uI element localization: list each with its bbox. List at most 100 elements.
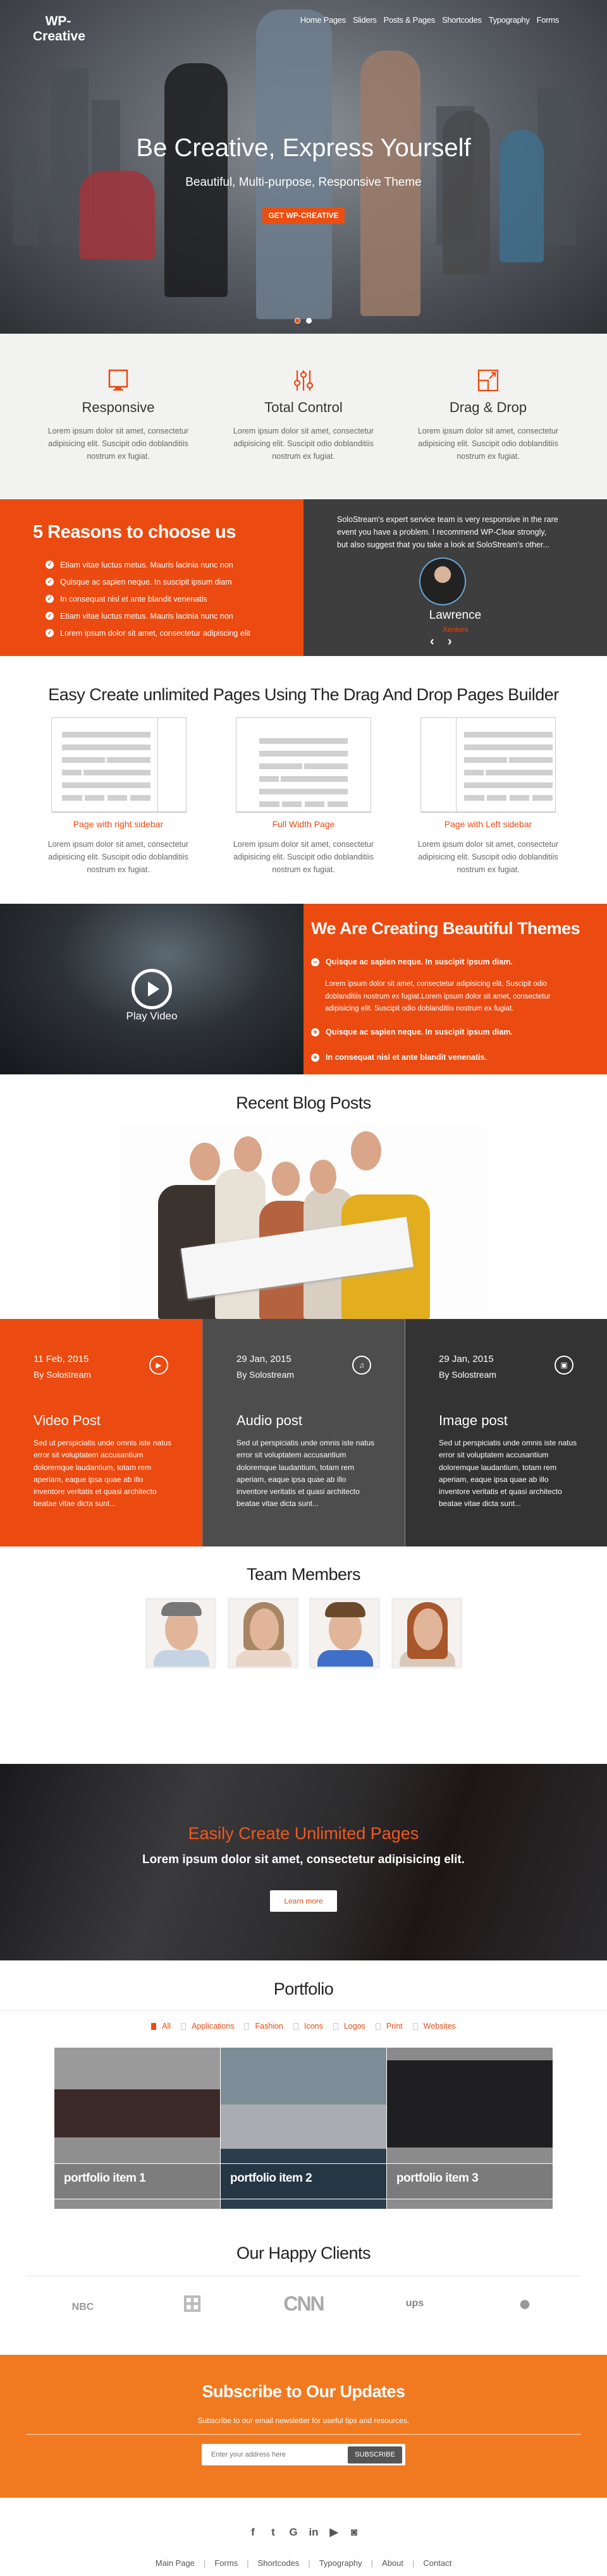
- hero-person: [256, 9, 332, 319]
- list-item: ✓ Etiam vitae luctus metus. Mauris lacini…: [46, 556, 250, 573]
- chevron-left-icon[interactable]: ‹: [430, 635, 434, 649]
- footer-link-shortcodes[interactable]: Shortcodes: [258, 2558, 300, 2568]
- cta-title: Easily Create Unlimited Pages: [188, 1824, 419, 1843]
- blog-post-card[interactable]: 11 Feb, 2015 By Solostream ▶ Video Post …: [0, 1319, 202, 1546]
- minus-circle-icon: −: [311, 957, 319, 966]
- filter-icons[interactable]: Icons: [293, 2022, 323, 2031]
- feature-title: Total Control: [264, 399, 343, 415]
- portfolio-item[interactable]: portfolio item 3: [387, 2048, 553, 2209]
- right-sidebar-page-mock: [51, 717, 187, 813]
- windows-logo: ⊞: [182, 2290, 202, 2317]
- cta-banner: Easily Create Unlimited Pages Lorem ipsu…: [0, 1764, 607, 1960]
- checkbox-icon: [375, 2022, 381, 2030]
- plus-circle-icon: +: [311, 1028, 319, 1036]
- portfolio-filters: All Applications Fashion Icons Logos Pri…: [0, 2022, 607, 2031]
- footer-link-main-page[interactable]: Main Page: [156, 2558, 195, 2568]
- nav-home-pages[interactable]: Home Pages: [300, 15, 346, 25]
- accordion-title: Quisque ac sapien neque. In suscipit ips…: [326, 957, 513, 966]
- footer-links: Main Page | Forms | Shortcodes | Typography…: [155, 2558, 452, 2568]
- divider: [25, 2275, 582, 2276]
- footer-link-typography[interactable]: Typography: [319, 2558, 362, 2568]
- nav-typography[interactable]: Typography: [489, 15, 530, 25]
- facebook-icon[interactable]: f: [247, 2526, 259, 2539]
- filter-fashion[interactable]: Fashion: [244, 2022, 283, 2031]
- features-section: Responsive Lorem ipsum dolor sit amet, c…: [0, 334, 607, 499]
- check-circle-icon: ✓: [46, 612, 54, 620]
- team-member-photo[interactable]: [391, 1598, 462, 1668]
- resize-icon: [477, 369, 499, 392]
- filter-print[interactable]: Print: [375, 2022, 403, 2031]
- footer-link-forms[interactable]: Forms: [214, 2558, 238, 2568]
- section-title: Easy Create unlimited Pages Using The Dr…: [48, 685, 559, 704]
- nav-posts-pages[interactable]: Posts & Pages: [384, 15, 436, 25]
- post-title[interactable]: Image post: [439, 1413, 508, 1429]
- blog-section: Recent Blog Posts 11 Feb, 2015 By Solost…: [0, 1074, 607, 1547]
- slider-dot-active[interactable]: [295, 318, 300, 324]
- video-thumbnail[interactable]: Play Video: [0, 904, 304, 1074]
- feature-title: Responsive: [82, 399, 155, 415]
- blog-post-card[interactable]: 29 Jan, 2015 By Solostream ♫ Audio post …: [202, 1319, 405, 1546]
- page-type-link[interactable]: Full Width Page: [209, 819, 398, 829]
- reasons-list: ✓ Etiam vitae luctus metus. Mauris lacini…: [46, 556, 250, 641]
- check-circle-icon: ✓: [46, 595, 54, 603]
- nav-shortcodes[interactable]: Shortcodes: [442, 15, 482, 25]
- youtube-icon[interactable]: ▶: [328, 2526, 340, 2539]
- post-title[interactable]: Audio post: [236, 1413, 302, 1429]
- main-nav: Home Pages Sliders Posts & Pages Shortco…: [300, 15, 560, 25]
- twitter-icon[interactable]: t: [267, 2526, 279, 2539]
- cta-subtitle: Lorem ipsum dolor sit amet, consectetur …: [142, 1853, 465, 1866]
- footer-link-about[interactable]: About: [382, 2558, 403, 2568]
- hero-slider: WP-Creative Home Pages Sliders Posts & P…: [0, 0, 607, 334]
- list-item-text: Lorem ipsum dolor sit amet, consectetur …: [60, 628, 250, 638]
- filter-websites[interactable]: Websites: [412, 2022, 456, 2031]
- testimonial-avatar: [419, 557, 466, 605]
- play-icon[interactable]: [132, 969, 172, 1009]
- post-title[interactable]: Video Post: [34, 1413, 101, 1429]
- testimonial-name: Lawrence: [429, 609, 482, 622]
- team-member-photo[interactable]: [309, 1598, 380, 1668]
- footer-link-contact[interactable]: Contact: [423, 2558, 451, 2568]
- play-video-label[interactable]: Play Video: [0, 1010, 304, 1023]
- section-title: Recent Blog Posts: [236, 1093, 371, 1112]
- post-author[interactable]: By Solostream: [439, 1370, 496, 1380]
- subscribe-button[interactable]: SUBSCRIBE: [348, 2446, 402, 2464]
- post-author[interactable]: By Solostream: [34, 1370, 91, 1380]
- list-item: ✓ Etiam vitae luctus metus. Mauris lacini…: [46, 607, 250, 624]
- team-member-photo[interactable]: [228, 1598, 298, 1668]
- post-excerpt: Sed ut perspiciatis unde omnis iste natu…: [439, 1438, 577, 1509]
- accordion-item-open[interactable]: − Quisque ac sapien neque. In suscipit ip…: [311, 957, 513, 966]
- chevron-right-icon[interactable]: ›: [448, 635, 452, 649]
- post-author[interactable]: By Solostream: [236, 1370, 294, 1380]
- email-input[interactable]: [202, 2444, 347, 2465]
- page-type-link[interactable]: Page with Left sidebar: [393, 819, 583, 829]
- accordion-panel: We Are Creating Beautiful Themes − Quisqu…: [304, 904, 607, 1074]
- section-title: Team Members: [246, 1565, 361, 1584]
- nbc-logo: NBC: [71, 2302, 94, 2312]
- blog-post-card[interactable]: 29 Jan, 2015 By Solostream ▣ Image post …: [405, 1319, 607, 1546]
- portfolio-item[interactable]: portfolio item 2: [221, 2048, 386, 2209]
- filter-logos[interactable]: Logos: [333, 2022, 365, 2031]
- filter-applications[interactable]: Applications: [181, 2022, 234, 2031]
- post-date: 29 Jan, 2015: [439, 1354, 494, 1364]
- learn-more-button[interactable]: Learn more: [270, 1890, 337, 1912]
- nav-forms[interactable]: Forms: [537, 15, 560, 25]
- nav-sliders[interactable]: Sliders: [353, 15, 377, 25]
- filter-all[interactable]: All: [151, 2022, 171, 2031]
- feature-text: Lorem ipsum dolor sit amet, consectetur …: [47, 427, 189, 461]
- linkedin-icon[interactable]: in: [308, 2526, 319, 2539]
- portfolio-caption: portfolio item 3: [396, 2172, 479, 2185]
- accordion-item[interactable]: + In consequat nisl et ante blandit venen…: [311, 1053, 487, 1062]
- site-logo[interactable]: WP-Creative: [33, 14, 85, 46]
- page-type-link[interactable]: Page with right sidebar: [23, 819, 213, 829]
- portfolio-item[interactable]: portfolio item 1: [54, 2048, 220, 2209]
- left-sidebar-page-mock: [420, 717, 556, 813]
- accordion-item[interactable]: + Quisque ac sapien neque. In suscipit ip…: [311, 1028, 513, 1036]
- slider-dot[interactable]: [306, 318, 312, 324]
- list-item-text: In consequat nisl et ante blandit venena…: [60, 594, 207, 604]
- google-icon[interactable]: G: [288, 2526, 299, 2539]
- instagram-icon[interactable]: ◙: [348, 2526, 360, 2539]
- play-icon: ▶: [149, 1356, 168, 1375]
- music-icon: ♫: [352, 1356, 371, 1375]
- team-member-photo[interactable]: [145, 1598, 216, 1668]
- get-wp-creative-button[interactable]: GET WP-CREATIVE: [262, 207, 345, 224]
